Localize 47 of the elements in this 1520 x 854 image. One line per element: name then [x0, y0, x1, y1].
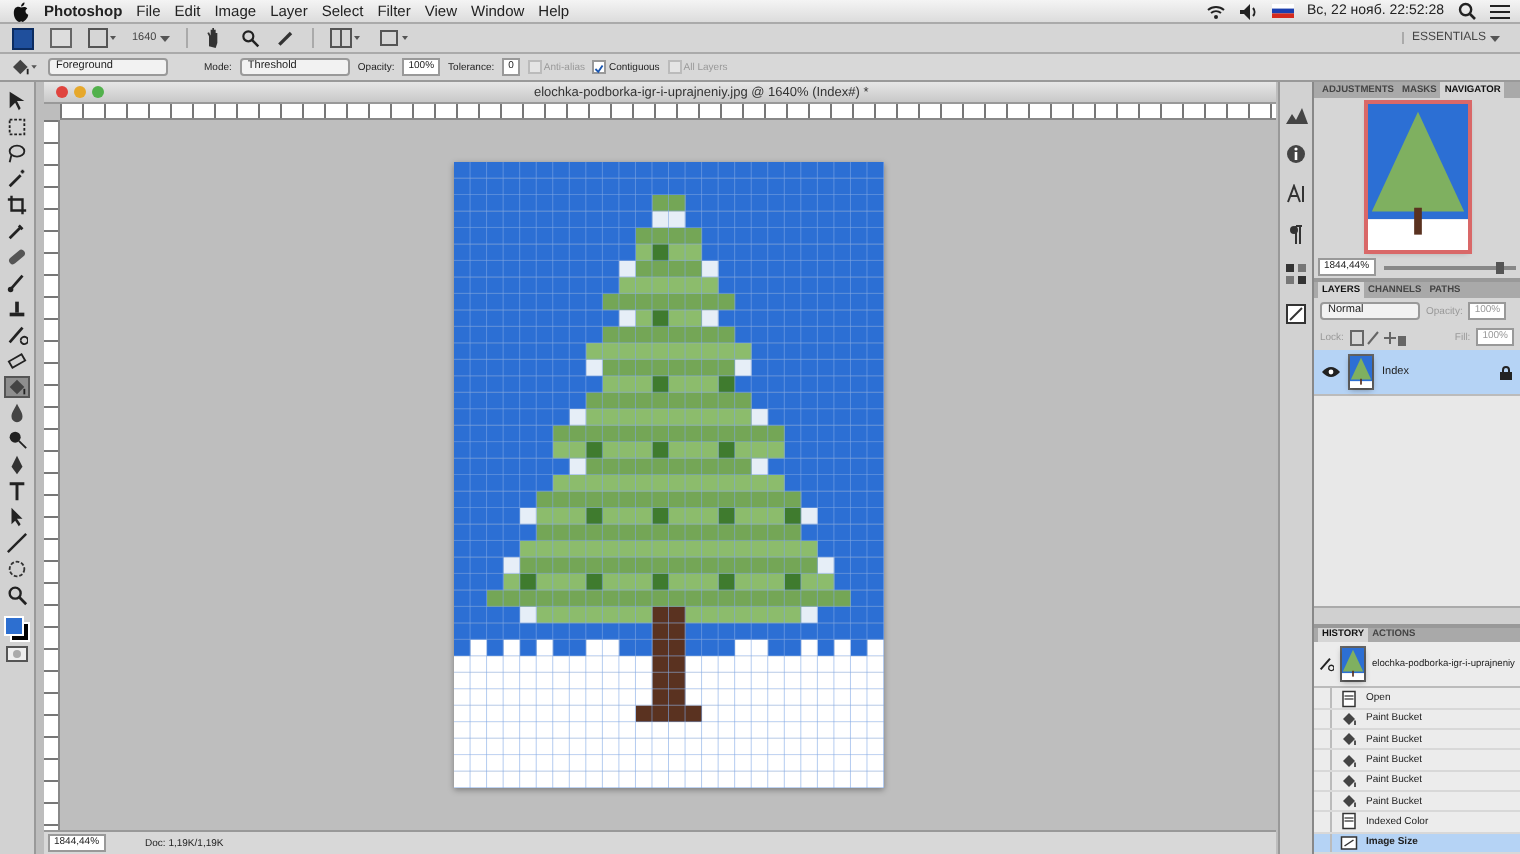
screen-mode-icon[interactable]	[378, 28, 411, 48]
lasso-tool-icon[interactable]	[4, 142, 30, 164]
snapshot-thumbnail-drawing	[1342, 648, 1364, 681]
paint-bucket-icon	[1340, 792, 1358, 811]
search-icon[interactable]	[1458, 2, 1476, 20]
caret-icon	[160, 35, 171, 41]
stamp-tool-icon[interactable]	[4, 298, 30, 320]
eye-icon[interactable]	[1322, 366, 1340, 378]
color-swatches-icon[interactable]	[4, 616, 30, 642]
paint-bucket-icon	[1340, 730, 1358, 749]
eraser-tool-icon[interactable]	[4, 350, 30, 372]
paint-bucket-icon	[1340, 771, 1358, 790]
marquee-tool-icon[interactable]	[4, 116, 30, 138]
paint-bucket-icon	[1340, 751, 1358, 770]
arrange-documents-icon[interactable]	[330, 28, 363, 48]
zoom-icon[interactable]	[240, 28, 261, 48]
flag-icon[interactable]	[1271, 4, 1293, 18]
info-icon[interactable]	[1286, 144, 1306, 164]
dodge-tool-icon[interactable]	[4, 428, 30, 450]
zoom-slider-thumb[interactable]	[1496, 261, 1505, 273]
move-tool-icon[interactable]	[4, 90, 30, 112]
list-icon[interactable]	[1490, 3, 1510, 19]
speaker-icon[interactable]	[1239, 3, 1257, 19]
styles-icon[interactable]	[1286, 304, 1306, 324]
paragraph-icon[interactable]	[1288, 224, 1304, 244]
checkmark-icon	[594, 62, 605, 76]
line-tool-icon[interactable]	[4, 532, 30, 554]
histogram-icon[interactable]	[1285, 106, 1307, 124]
paint-bucket-icon	[1340, 709, 1358, 728]
type-tool-icon[interactable]	[4, 480, 30, 502]
lock-options-icon[interactable]	[1349, 329, 1406, 345]
crop-tool-icon[interactable]	[4, 194, 30, 216]
tool-preset-icon[interactable]	[8, 56, 40, 78]
caret-icon	[1490, 35, 1500, 41]
zoom-tool-icon[interactable]	[4, 584, 30, 606]
layer-thumbnail-drawing	[1350, 356, 1372, 388]
wand-tool-icon[interactable]	[4, 168, 30, 190]
document-icon	[1340, 689, 1358, 708]
document-icon	[1340, 812, 1358, 831]
character-icon[interactable]	[1286, 184, 1306, 204]
image-size-icon	[1340, 833, 1358, 852]
photoshop-logo-icon[interactable]	[12, 27, 34, 49]
quick-mask-icon[interactable]	[6, 646, 28, 662]
view-extras-icon[interactable]	[88, 28, 116, 48]
wifi-icon[interactable]	[1205, 3, 1225, 19]
swatches-icon[interactable]	[1286, 264, 1306, 284]
apple-logo-icon[interactable]	[12, 1, 30, 21]
